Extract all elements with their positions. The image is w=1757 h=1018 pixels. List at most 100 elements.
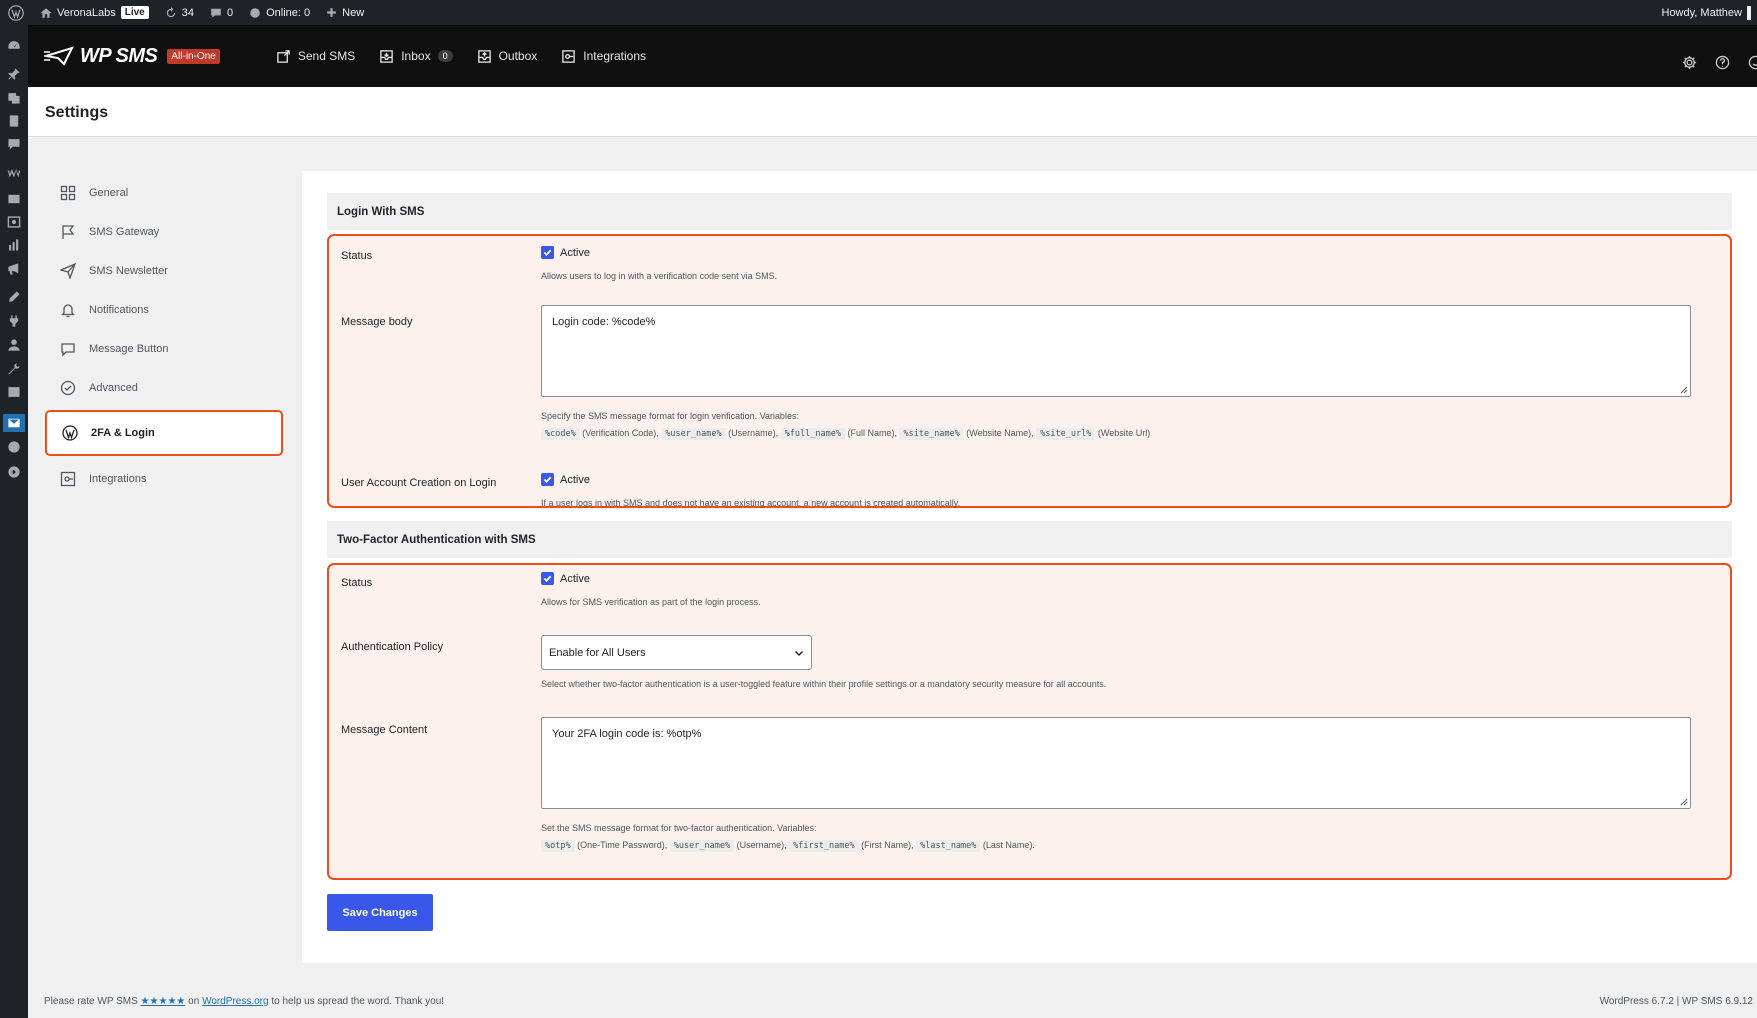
marketing-icon[interactable] — [5, 260, 23, 278]
settings-menu-icon[interactable] — [5, 383, 23, 401]
comments-icon[interactable] — [5, 135, 23, 153]
auth-policy-select[interactable]: Enable for All Users — [541, 635, 812, 670]
updates-link[interactable]: 34 — [157, 0, 202, 25]
var-otp-desc: (One-Time Password), — [577, 840, 668, 850]
two-factor-heading: Two-Factor Authentication with SMS — [327, 521, 1732, 558]
analytics-icon[interactable] — [5, 236, 23, 254]
settings-nav-sms-newsletter[interactable]: SMS Newsletter — [45, 251, 283, 290]
footer-rate-suffix: to help us spread the word. Thank you! — [271, 996, 445, 1007]
resize-grip-icon[interactable] — [1680, 798, 1688, 806]
online-users-link[interactable]: Online: 0 — [241, 0, 318, 25]
online-icon — [250, 7, 260, 18]
settings-nav-notifications[interactable]: Notifications — [45, 290, 283, 329]
plugin-nav: Send SMS Inbox 0 Outbox Integrations — [276, 49, 646, 64]
var-first-name-desc: (First Name), — [861, 840, 914, 850]
var-last-name: %last_name% — [916, 840, 981, 852]
collapse-menu-icon[interactable] — [5, 463, 23, 481]
integrations-icon — [562, 49, 576, 63]
login-with-sms-box: Status Active Allows users to log in wit… — [327, 234, 1732, 508]
settings-nav-message-button-label: Message Button — [89, 342, 169, 355]
wp-sms-menu-icon[interactable] — [3, 414, 25, 432]
help-icon[interactable] — [1715, 55, 1730, 70]
2fa-status-checkbox-label: Active — [560, 572, 590, 585]
nav-outbox[interactable]: Outbox — [477, 49, 538, 64]
footer-rating-text: Please rate WP SMS ★★★★★ on WordPress.or… — [44, 996, 444, 1007]
footer-plugin-name: WP SMS — [97, 996, 138, 1007]
message-body-textarea[interactable]: Login code: %code% — [541, 305, 1691, 397]
wordpress-icon — [62, 425, 78, 441]
feedback-smiley-icon[interactable] — [1748, 55, 1757, 70]
message-content-label: Message Content — [341, 724, 428, 736]
var-user-name: %user_name% — [669, 840, 735, 852]
new-content-link[interactable]: New — [318, 0, 372, 25]
var-site-name: %site_name% — [899, 428, 964, 440]
users-icon[interactable] — [5, 336, 23, 354]
footer-wordpress-org-link[interactable]: WordPress.org — [202, 996, 269, 1007]
grid-icon — [60, 185, 76, 200]
appearance-icon[interactable] — [5, 288, 23, 306]
outbox-icon — [477, 49, 491, 63]
settings-nav-general[interactable]: General — [45, 173, 283, 212]
nav-integrations[interactable]: Integrations — [561, 49, 646, 64]
2fa-status-label: Status — [341, 577, 373, 589]
check-circle-icon — [60, 380, 76, 395]
settings-nav-sms-gateway[interactable]: SMS Gateway — [45, 212, 283, 251]
settings-nav-2fa-login[interactable]: 2FA & Login — [45, 410, 283, 456]
settings-nav-integrations[interactable]: Integrations — [45, 459, 283, 498]
var-user-name: %user_name% — [661, 428, 726, 440]
footer-stars-link[interactable]: ★★★★★ — [141, 996, 186, 1007]
login-status-checkbox-label: Active — [560, 246, 590, 259]
admin-bar: VeronaLabs Live 34 0 Online: 0 New Howdy… — [0, 0, 1757, 25]
media-icon[interactable] — [5, 89, 23, 107]
woocommerce-icon[interactable] — [5, 165, 23, 183]
products-icon[interactable] — [5, 190, 23, 208]
payments-icon[interactable] — [5, 213, 23, 231]
nav-inbox[interactable]: Inbox 0 — [379, 49, 453, 64]
resize-grip-icon[interactable] — [1680, 386, 1688, 394]
settings-nav-general-label: General — [89, 186, 129, 199]
comments-link[interactable]: 0 — [202, 0, 241, 25]
inbox-count-badge: 0 — [437, 50, 453, 62]
flag-icon — [62, 224, 75, 239]
settings-nav-message-button[interactable]: Message Button — [45, 329, 283, 368]
login-status-checkbox[interactable]: Active — [541, 246, 777, 259]
plugins-icon[interactable] — [5, 312, 23, 330]
message-body-variables: Specify the SMS message format for login… — [541, 408, 1150, 443]
nav-outbox-label: Outbox — [498, 49, 538, 63]
settings-nav-notifications-label: Notifications — [89, 303, 149, 316]
account-creation-checkbox[interactable]: Active — [541, 473, 960, 486]
nav-send-sms[interactable]: Send SMS — [276, 49, 355, 64]
settings-nav-advanced[interactable]: Advanced — [45, 368, 283, 407]
auth-policy-description: Select whether two-factor authentication… — [541, 679, 1107, 689]
wordpress-logo-icon[interactable] — [0, 0, 32, 25]
header-icons — [1682, 55, 1757, 70]
footer-rate-prefix: Please rate — [44, 996, 95, 1007]
var-first-name: %first_name% — [789, 840, 859, 852]
settings-gear-icon[interactable] — [1682, 55, 1697, 70]
pin-icon[interactable] — [5, 65, 23, 83]
account-creation-description: If a user logs in with SMS and does not … — [541, 498, 961, 508]
wp-sms-logo[interactable]: WP SMS All-in-One — [44, 45, 220, 68]
dashboard-icon[interactable] — [5, 37, 23, 55]
comments-count: 0 — [226, 6, 234, 19]
message-content-description: Set the SMS message format for two-facto… — [541, 823, 817, 833]
auth-policy-selected-value: Enable for All Users — [549, 646, 646, 659]
footer-on: on — [188, 996, 200, 1007]
user-account-menu[interactable]: Howdy, Matthew — [1654, 0, 1757, 25]
save-changes-button[interactable]: Save Changes — [327, 894, 433, 931]
message-content-textarea[interactable]: Your 2FA login code is: %otp% — [541, 717, 1691, 809]
message-content-variables: Set the SMS message format for two-facto… — [541, 820, 1035, 855]
message-body-label: Message body — [341, 316, 413, 328]
site-name-link[interactable]: VeronaLabs Live — [32, 0, 157, 25]
home-icon — [40, 7, 52, 18]
extra-plugin-icon[interactable] — [5, 438, 23, 456]
settings-nav-integrations-label: Integrations — [89, 472, 147, 485]
send-icon — [60, 262, 76, 279]
var-user-name-desc: (Username), — [728, 428, 779, 438]
pages-icon[interactable] — [5, 112, 23, 130]
tools-icon[interactable] — [5, 360, 23, 378]
new-label: New — [342, 6, 365, 19]
live-badge: Live — [120, 6, 149, 19]
two-factor-box: Status Active Allows for SMS verificatio… — [327, 563, 1732, 880]
2fa-status-checkbox[interactable]: Active — [541, 572, 761, 585]
